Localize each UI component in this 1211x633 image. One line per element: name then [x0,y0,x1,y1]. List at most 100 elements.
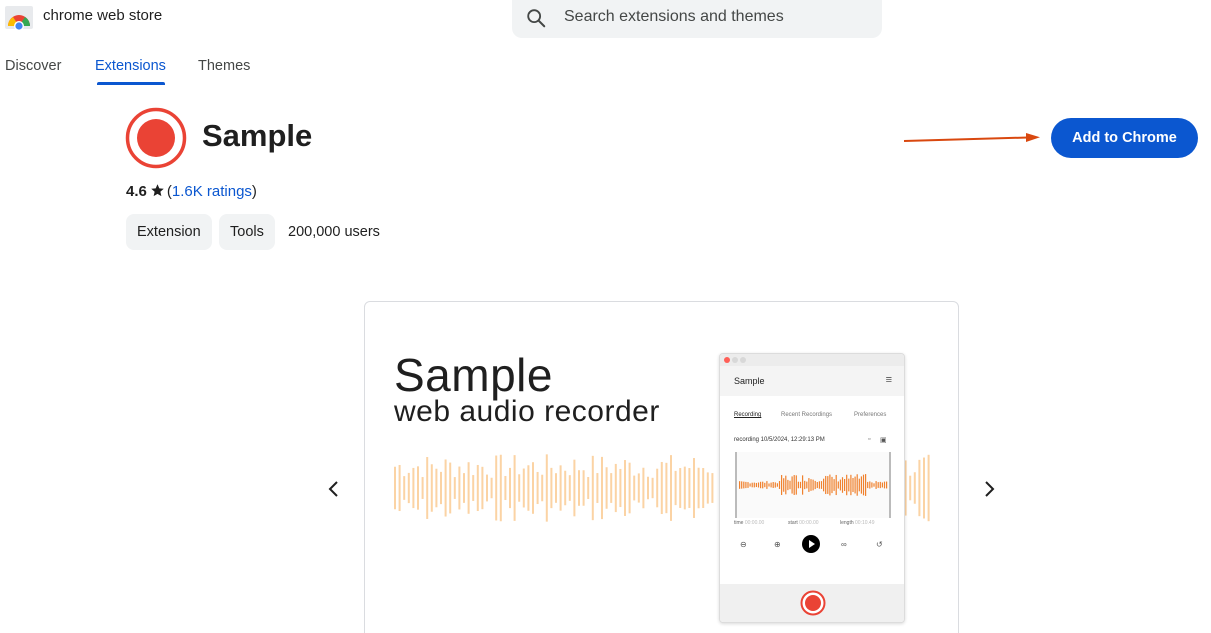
wave-bar [764,482,766,488]
wave-bar [814,480,816,490]
extension-record-icon [125,107,187,169]
wave-bar [789,480,791,490]
wave-bar [440,471,442,505]
wave-bar [417,466,419,510]
wave-bar [660,461,663,515]
wave-bar [848,478,850,492]
wave-bar [806,481,808,489]
wave-bar [430,464,433,512]
wave-bar [854,476,856,494]
wave-bar [810,479,812,491]
wave-bar [568,475,571,501]
wave-bar [550,467,553,509]
app-header: Sample ≡ [720,366,904,396]
wave-bar [841,477,844,493]
wave-bar [886,481,888,489]
wave-bar [610,473,613,503]
wave-bar [522,468,525,508]
wave-bar [518,474,521,502]
wave-bar [741,481,743,489]
wave-bar [513,455,516,521]
wave-bar [751,482,753,488]
wave-bar [831,476,833,494]
slide-title: Sample [394,349,553,401]
wave-bar [791,476,793,494]
wave-bar [923,457,925,519]
start-value: 00:00.00 [799,520,819,526]
zoom-out-icon: ⊖ [740,540,747,549]
wave-bar [467,462,470,514]
wave-bar [702,468,705,508]
record-button-icon [800,590,826,616]
wave-bar [697,467,700,509]
wave-bar [426,457,429,519]
wave-bar [812,479,814,491]
wave-bar [665,462,668,514]
add-to-chrome-button[interactable]: Add to Chrome [1051,118,1198,158]
screenshot-slide[interactable]: Sample web audio recorder Sample ≡ Recor… [364,301,959,633]
wave-bar [760,481,762,489]
wave-bar [823,478,825,492]
time-value: 00:00.00 [744,520,765,526]
wave-bar [844,478,846,492]
wave-bar [504,475,507,501]
wave-bar [642,467,645,509]
wave-bar [881,482,883,488]
wave-bar [846,474,848,496]
wave-bar [532,462,534,514]
ratings-link[interactable]: 1.6K ratings [172,183,252,200]
loop-icon: ∞ [841,540,847,549]
wave-bar [536,471,539,505]
brand-name[interactable]: chrome web store [43,7,162,24]
rating-summary: 4.6 (1.6K ratings) [126,183,257,200]
time-label: time [734,520,744,526]
wave-bar [850,474,852,496]
tab-discover[interactable]: Discover [5,58,61,74]
carousel-next-icon[interactable] [977,476,1003,502]
wave-bar [827,476,829,494]
wave-bar [858,478,860,492]
wave-bar [837,481,839,489]
wave-bar [793,475,795,495]
wave-bar [839,479,841,491]
search-input[interactable]: Search extensions and themes [564,8,784,26]
wave-bar [762,481,764,489]
wave-bar [559,465,562,511]
wave-bar [820,481,823,489]
wave-bar [865,474,867,496]
wave-bar [873,483,875,487]
undo-icon: ↺ [876,540,883,549]
wave-bar [755,482,757,488]
wave-bar [808,478,810,492]
wave-bar [605,467,608,509]
tab-themes[interactable]: Themes [198,58,250,74]
wave-bar [555,473,557,503]
start-meta: start 00:00.00 [788,520,819,526]
wave-bar [871,482,873,488]
wave-bar [670,455,672,521]
app-title: Sample [734,376,765,386]
wave-bar [711,473,714,503]
carousel-prev-icon[interactable] [320,476,346,502]
chrome-web-store-logo[interactable] [4,4,34,31]
download-icon: ▫ [868,436,871,443]
wave-bar [862,474,865,496]
wave-bar [614,463,617,513]
wave-bar [398,464,401,512]
wave-bar [693,458,695,518]
chip-extension[interactable]: Extension [126,214,212,250]
wave-bar [573,459,576,517]
wave-bar [453,477,456,499]
wave-bar [877,482,879,488]
tab-extensions[interactable]: Extensions [95,58,166,74]
wave-bar [860,476,862,494]
wave-bar [651,477,654,499]
wave-bar [869,481,871,489]
start-label: start [788,520,798,526]
wave-bar [772,482,774,488]
wave-bar [829,474,831,496]
app-waveform [735,452,891,518]
search-box[interactable]: Search extensions and themes [512,0,882,38]
wave-bar [421,477,424,499]
chip-tools[interactable]: Tools [219,214,275,250]
